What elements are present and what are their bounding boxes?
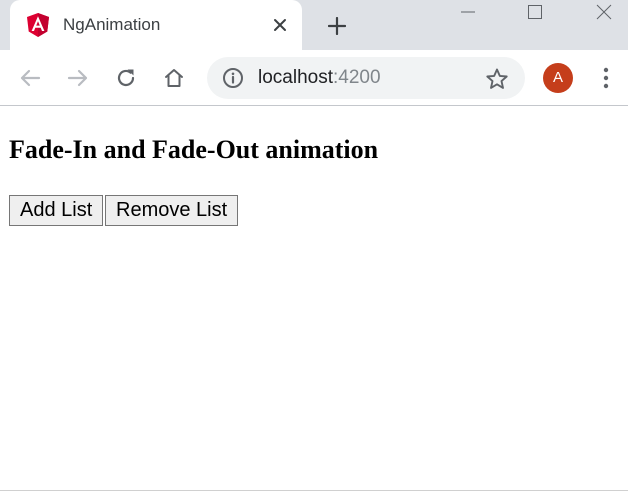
reload-button[interactable] [110, 62, 142, 94]
more-vertical-icon [603, 67, 609, 89]
window-bottom-border [0, 490, 628, 491]
url-port: :4200 [333, 67, 381, 88]
address-bar[interactable]: localhost:4200 [207, 57, 525, 99]
info-icon [223, 68, 243, 88]
remove-list-button[interactable]: Remove List [105, 195, 239, 226]
maximize-icon [528, 5, 542, 19]
tab-close-button[interactable] [268, 13, 292, 37]
site-info-button[interactable] [221, 66, 245, 90]
close-icon [596, 4, 612, 20]
minimize-icon [461, 11, 475, 13]
url-host: localhost [258, 67, 333, 88]
browser-toolbar: localhost:4200 [0, 50, 628, 106]
home-button[interactable] [158, 62, 190, 94]
page-content: Fade-In and Fade-Out animation Add List … [0, 106, 628, 491]
home-icon [165, 69, 183, 87]
browser-tab[interactable]: NgAnimation [10, 0, 302, 50]
tab-strip: NgAnimation [0, 0, 628, 50]
arrow-left-icon [20, 69, 41, 87]
star-icon [486, 68, 508, 89]
bookmark-button[interactable] [484, 66, 510, 92]
forward-button[interactable] [62, 62, 94, 94]
window-close-button[interactable] [581, 0, 627, 24]
minimize-button[interactable] [445, 0, 491, 24]
browser-menu-button[interactable] [592, 63, 620, 93]
plus-icon [328, 17, 346, 35]
page-title: Fade-In and Fade-Out animation [9, 135, 379, 164]
tab-title: NgAnimation [63, 15, 161, 34]
close-icon [274, 19, 286, 31]
arrow-right-icon [67, 69, 88, 87]
angular-logo-icon [27, 13, 49, 37]
address-url[interactable]: localhost:4200 [258, 66, 381, 90]
add-list-button[interactable]: Add List [9, 195, 104, 226]
new-tab-button[interactable] [322, 11, 352, 41]
profile-avatar[interactable]: A [543, 63, 573, 93]
back-button[interactable] [14, 62, 46, 94]
maximize-button[interactable] [512, 0, 558, 24]
reload-icon [117, 69, 135, 87]
